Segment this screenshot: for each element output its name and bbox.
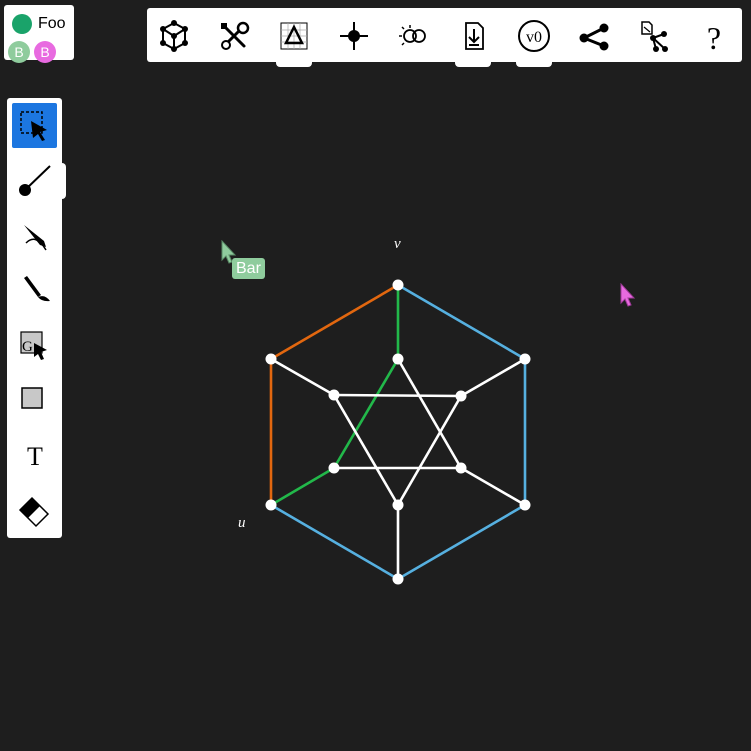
graph-vertex[interactable] xyxy=(265,499,277,511)
graph-edge[interactable] xyxy=(459,357,527,398)
graph-vertex[interactable] xyxy=(392,573,404,585)
graph-edge[interactable] xyxy=(269,503,400,581)
graph-vertex[interactable] xyxy=(519,353,531,365)
graph-vertex[interactable] xyxy=(455,462,467,474)
vertex-label-u: u xyxy=(238,515,246,531)
graph-edge[interactable] xyxy=(396,283,527,361)
graph-vertex[interactable] xyxy=(392,353,404,365)
graph-edge[interactable] xyxy=(396,503,527,581)
remote-cursor-icon xyxy=(620,283,636,307)
vertex-label-v: v xyxy=(394,236,401,252)
graph-vertex[interactable] xyxy=(455,390,467,402)
graph-vertex[interactable] xyxy=(328,389,340,401)
graph-vertex[interactable] xyxy=(519,499,531,511)
graph-vertex[interactable] xyxy=(392,499,404,511)
graph-vertex[interactable] xyxy=(265,353,277,365)
graph-edge[interactable] xyxy=(332,393,463,398)
graph-canvas[interactable] xyxy=(0,0,751,751)
graph-vertex[interactable] xyxy=(328,462,340,474)
remote-cursor-label: Bar xyxy=(232,258,265,279)
graph-vertex[interactable] xyxy=(392,279,404,291)
graph-edge[interactable] xyxy=(459,466,527,507)
graph-edge[interactable] xyxy=(269,357,336,397)
graph-edge[interactable] xyxy=(269,283,400,361)
graph-edge[interactable] xyxy=(269,466,336,507)
